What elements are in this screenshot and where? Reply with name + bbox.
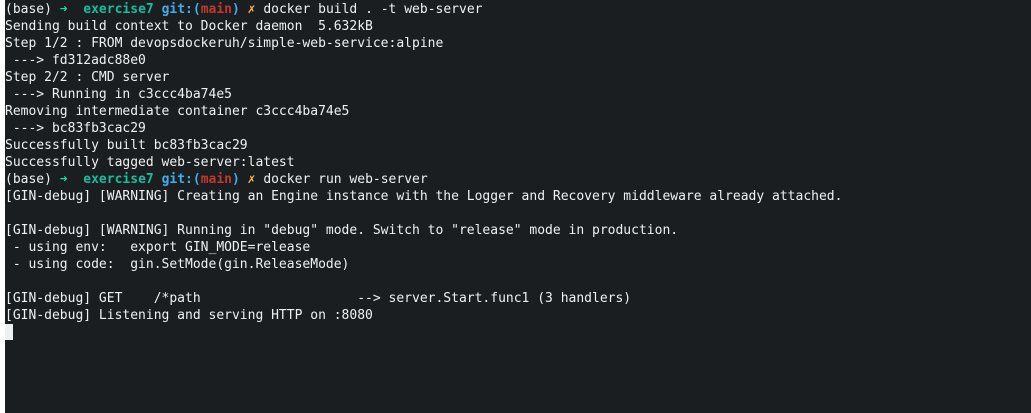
prompt-line: (base) ➜ exercise7 git:(main) ✗ docker b… (5, 1, 1031, 18)
git-label-close: ) (232, 2, 240, 17)
output-line: [GIN-debug] [WARNING] Creating an Engine… (5, 189, 843, 204)
git-label: git:( (161, 2, 201, 17)
output-line: [GIN-debug] [WARNING] Running in "debug"… (5, 223, 679, 238)
output-line: Successfully tagged web-server:latest (5, 155, 295, 170)
prompt-arrow-icon: ➜ (59, 2, 68, 17)
output-line: ---> fd312adc88e0 (5, 53, 146, 68)
output-line: - using env: export GIN_MODE=release (5, 240, 311, 255)
git-label-close: ) (232, 172, 240, 187)
conda-env: (base) (5, 2, 52, 17)
terminal-window[interactable]: (base) ➜ exercise7 git:(main) ✗ docker b… (5, 0, 1031, 413)
cursor-line (5, 324, 1031, 341)
output-line: [GIN-debug] Listening and serving HTTP o… (5, 308, 373, 323)
output-line: ---> bc83fb3cac29 (5, 121, 146, 136)
prompt-line: (base) ➜ exercise7 git:(main) ✗ docker r… (5, 171, 1031, 188)
command-text: docker run web-server (263, 172, 428, 187)
output-line: Sending build context to Docker daemon 5… (5, 19, 373, 34)
git-branch: main (200, 172, 233, 187)
prompt-arrow-icon: ➜ (59, 172, 68, 187)
terminal-cursor[interactable] (5, 324, 13, 340)
dirty-icon: ✗ (247, 172, 256, 187)
output-line: ---> Running in c3ccc4ba74e5 (5, 87, 232, 102)
current-directory: exercise7 (83, 172, 154, 187)
output-line: - using code: gin.SetMode(gin.ReleaseMod… (5, 257, 350, 272)
dirty-icon: ✗ (247, 2, 256, 17)
output-line: Step 1/2 : FROM devopsdockeruh/simple-we… (5, 36, 444, 51)
output-line: Removing intermediate container c3ccc4ba… (5, 104, 350, 119)
command-text: docker build . -t web-server (263, 2, 483, 17)
git-label: git:( (161, 172, 201, 187)
output-line: Step 2/2 : CMD server (5, 70, 170, 85)
output-line: Successfully built bc83fb3cac29 (5, 138, 248, 153)
git-branch: main (200, 2, 233, 17)
conda-env: (base) (5, 172, 52, 187)
output-line: [GIN-debug] GET /*path --> server.Start.… (5, 291, 632, 306)
current-directory: exercise7 (83, 2, 154, 17)
